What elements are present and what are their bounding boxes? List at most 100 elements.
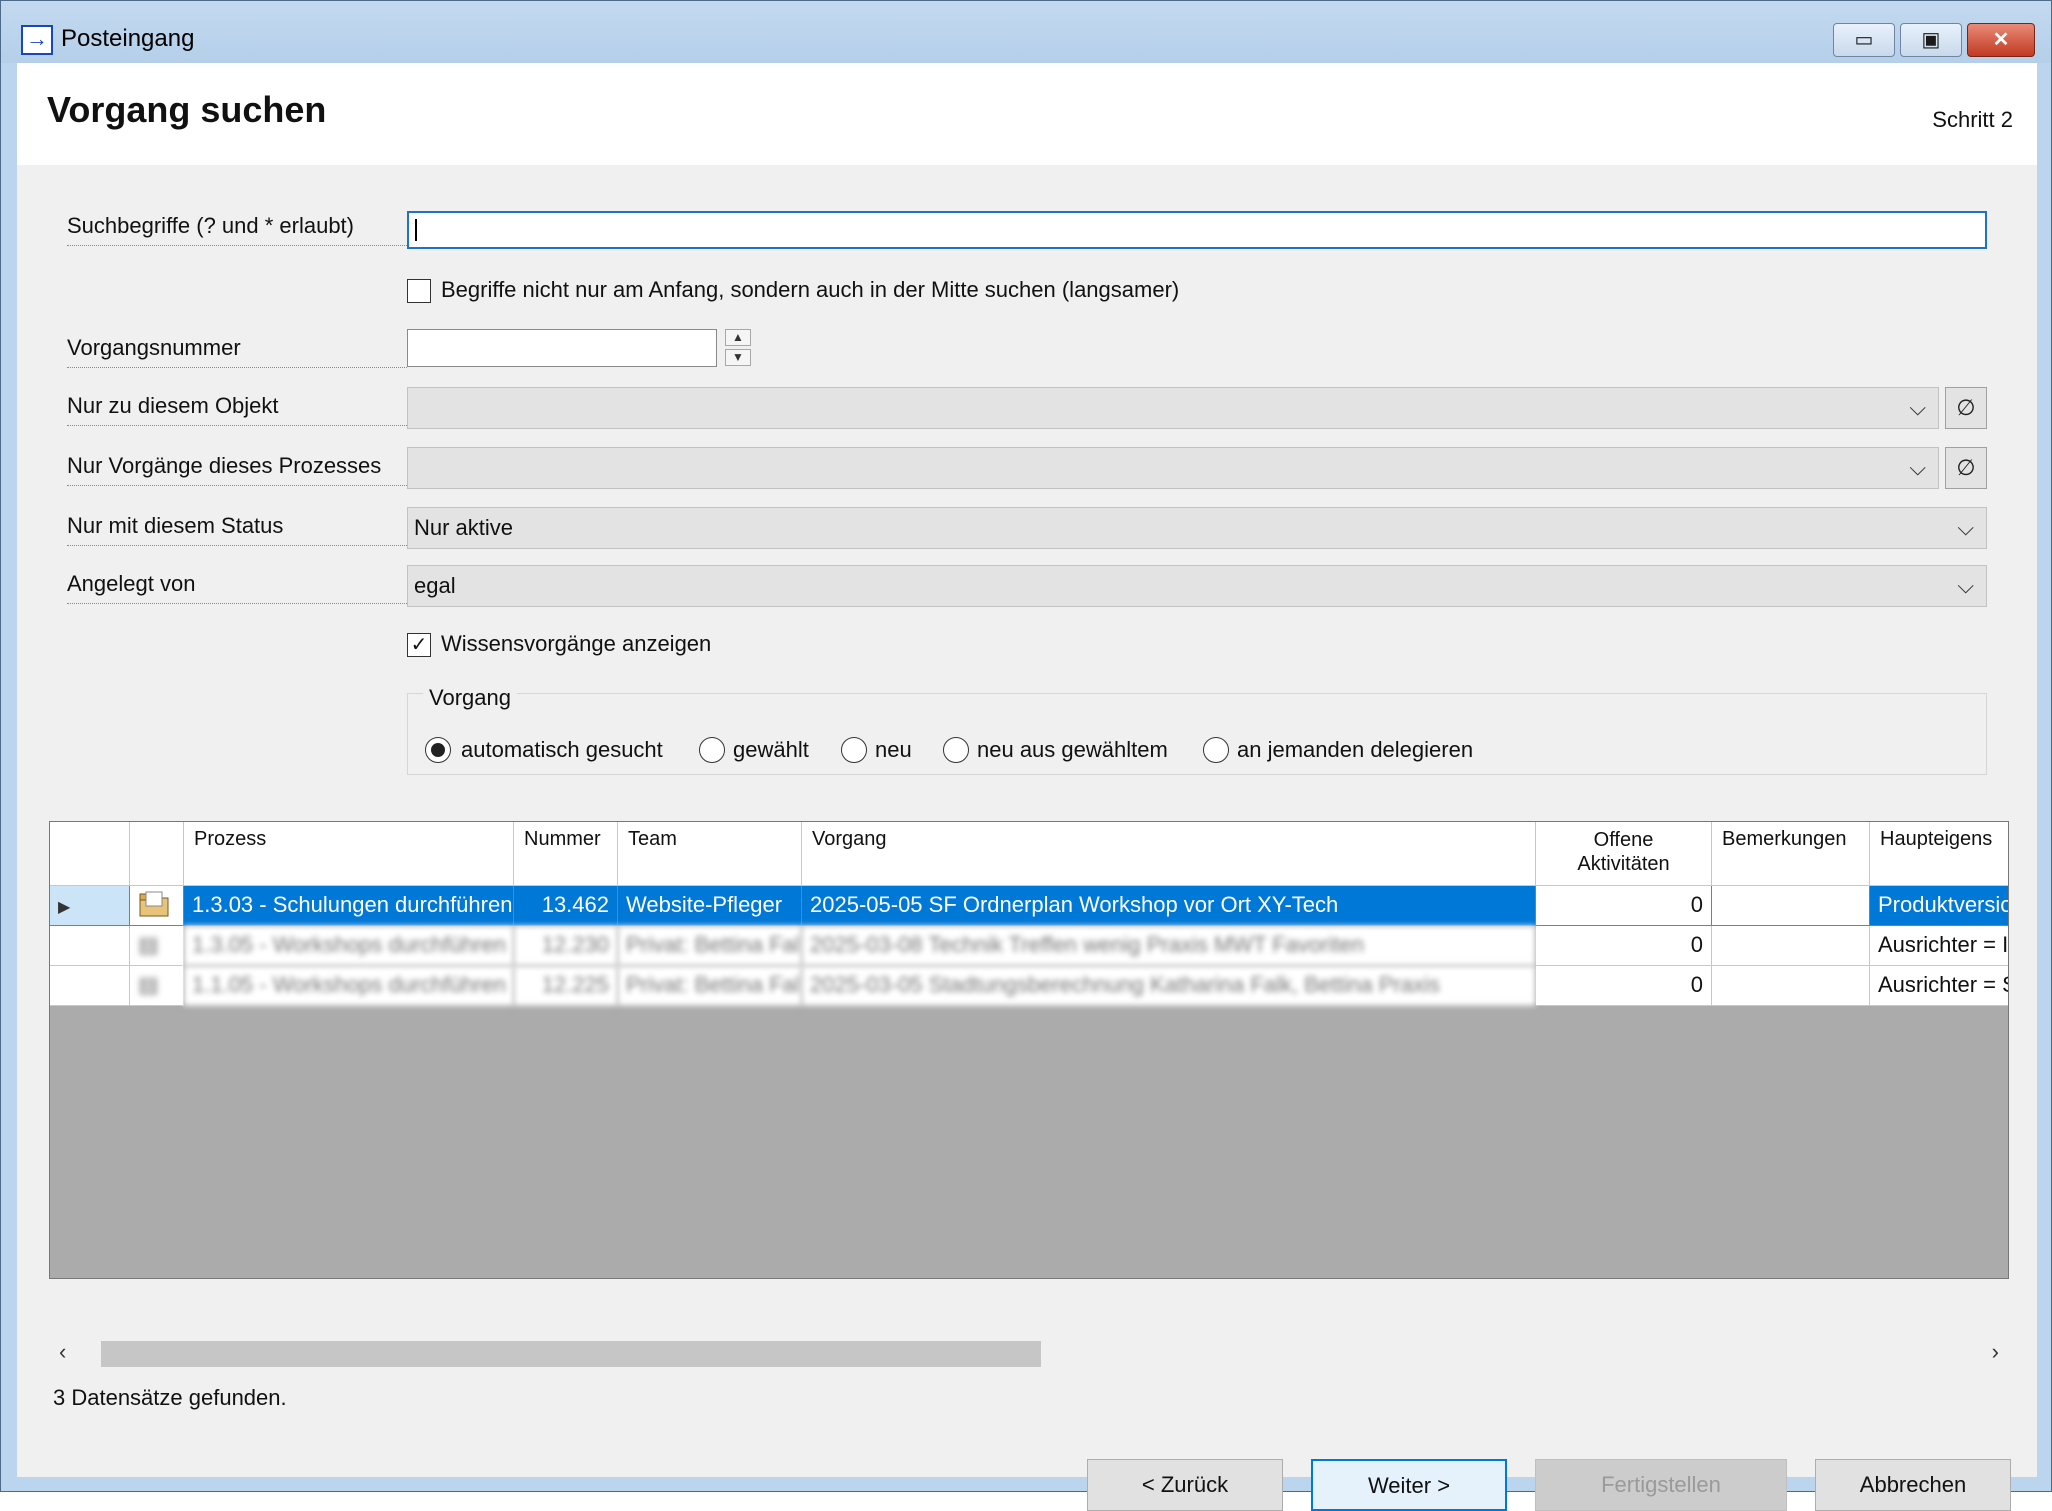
middle-search-checkbox[interactable]	[407, 279, 431, 303]
number-label: Vorgangsnummer	[67, 335, 407, 368]
cell-nummer: 12.230	[514, 926, 618, 966]
posteingang-window: → Posteingang ▭ ▣ ✕ Vorgang suchen Schri…	[0, 0, 2052, 1511]
radio-new-label[interactable]: neu	[875, 737, 912, 763]
cell-bemerkungen	[1712, 926, 1870, 966]
number-input[interactable]	[408, 330, 716, 366]
chevron-down-icon[interactable]: ⌵	[1909, 448, 1926, 488]
cell-team: Privat: Bettina Falk	[618, 966, 802, 1006]
object-label: Nur zu diesem Objekt	[67, 393, 407, 426]
radio-chosen-label[interactable]: gewählt	[733, 737, 809, 763]
cell-nummer: 13.462	[514, 886, 618, 926]
process-icon: ▤	[130, 966, 184, 1006]
radio-chosen[interactable]	[699, 737, 725, 763]
process-icon: ▤	[130, 926, 184, 966]
record-count-status: 3 Datensätze gefunden.	[53, 1385, 287, 1410]
close-button[interactable]: ✕	[1967, 23, 2035, 57]
scroll-left-icon[interactable]: ‹	[59, 1339, 66, 1365]
knowledge-checkbox[interactable]: ✓	[407, 633, 431, 657]
next-button[interactable]: Weiter >	[1311, 1459, 1507, 1511]
knowledge-label[interactable]: Wissensvorgänge anzeigen	[441, 631, 711, 657]
process-label: Nur Vorgänge dieses Prozesses	[67, 453, 407, 486]
cell-bemerkungen	[1712, 966, 1870, 1006]
cell-offene: 0	[1536, 966, 1712, 1006]
middle-search-label[interactable]: Begriffe nicht nur am Anfang, sondern au…	[441, 277, 1179, 303]
process-combobox[interactable]: ⌵	[407, 447, 1939, 489]
row-selector[interactable]	[50, 926, 130, 966]
radio-delegate-label[interactable]: an jemanden delegieren	[1237, 737, 1473, 763]
step-indicator: Schritt 2	[1932, 107, 2013, 132]
created-by-label: Angelegt von	[67, 571, 407, 604]
text-caret	[415, 219, 417, 241]
header-team[interactable]: Team	[618, 822, 802, 886]
radio-delegate[interactable]	[1203, 737, 1229, 763]
header-vorgang[interactable]: Vorgang	[802, 822, 1536, 886]
scrollbar-thumb[interactable]	[101, 1341, 1041, 1367]
row-selector[interactable]: ▶	[50, 886, 130, 926]
finish-button: Fertigstellen	[1535, 1459, 1787, 1511]
wizard-header: Vorgang suchen Schritt 2	[17, 63, 2037, 165]
radio-new[interactable]	[841, 737, 867, 763]
cell-prozess: 1.3.03 - Schulungen durchführen	[184, 886, 514, 926]
cell-haupteigenschaften: Ausrichter = I	[1870, 926, 2008, 966]
header-row-selector	[50, 822, 130, 886]
grid-header: Prozess Nummer Team Vorgang Offene Aktiv…	[50, 822, 2008, 886]
horizontal-scrollbar[interactable]: ‹ ›	[49, 1337, 2009, 1371]
search-label: Suchbegriffe (? und * erlaubt)	[67, 213, 407, 246]
header-icon-column	[130, 822, 184, 886]
minimize-button[interactable]: ▭	[1833, 23, 1895, 57]
created-by-value: egal	[414, 573, 456, 598]
cell-haupteigenschaften: Produktversio	[1870, 886, 2008, 926]
cell-prozess: 1.1.05 - Workshops durchführen	[184, 966, 514, 1006]
cell-vorgang: 2025-03-05 Stadtungsberechnung Katharina…	[802, 966, 1536, 1006]
maximize-button[interactable]: ▣	[1900, 23, 1962, 57]
header-haupteigenschaften[interactable]: Haupteigens	[1870, 822, 2008, 886]
status-label: Nur mit diesem Status	[67, 513, 407, 546]
cell-team: Privat: Bettina Falk	[618, 926, 802, 966]
spin-down-button[interactable]: ▼	[725, 349, 751, 366]
cell-vorgang: 2025-05-05 SF Ordnerplan Workshop vor Or…	[802, 886, 1536, 926]
table-row[interactable]: ▤ 1.1.05 - Workshops durchführen 12.225 …	[50, 966, 2008, 1006]
radio-new-from-chosen-label[interactable]: neu aus gewähltem	[977, 737, 1168, 763]
number-field[interactable]	[407, 329, 717, 367]
object-clear-button[interactable]: ∅	[1945, 387, 1987, 429]
chevron-down-icon[interactable]: ⌵	[1957, 566, 1974, 606]
folder-icon	[130, 886, 184, 926]
row-selector[interactable]	[50, 966, 130, 1006]
arrow-right-icon: →	[21, 25, 53, 55]
status-value: Nur aktive	[414, 515, 514, 540]
search-input-box[interactable]	[407, 211, 1987, 249]
cell-team: Website-Pfleger	[618, 886, 802, 926]
object-combobox[interactable]: ⌵	[407, 387, 1939, 429]
table-row[interactable]: ▶ 1.3.03 - Schulungen durchführen 13.462…	[50, 886, 2008, 926]
spin-up-button[interactable]: ▲	[725, 329, 751, 346]
cancel-button[interactable]: Abbrechen	[1815, 1459, 2011, 1511]
header-nummer[interactable]: Nummer	[514, 822, 618, 886]
header-prozess[interactable]: Prozess	[184, 822, 514, 886]
cell-bemerkungen	[1712, 886, 1870, 926]
cell-prozess: 1.3.05 - Workshops durchführen	[184, 926, 514, 966]
table-row[interactable]: ▤ 1.3.05 - Workshops durchführen 12.230 …	[50, 926, 2008, 966]
radio-automatic-label[interactable]: automatisch gesucht	[461, 737, 663, 763]
page-title: Vorgang suchen	[47, 89, 327, 130]
row-pointer-icon: ▶	[58, 899, 71, 916]
header-bemerkungen[interactable]: Bemerkungen	[1712, 822, 1870, 886]
chevron-down-icon[interactable]: ⌵	[1909, 388, 1926, 428]
results-grid[interactable]: Prozess Nummer Team Vorgang Offene Aktiv…	[49, 821, 2009, 1279]
chevron-down-icon[interactable]: ⌵	[1957, 508, 1974, 548]
window-title: Posteingang	[61, 25, 195, 52]
back-button[interactable]: < Zurück	[1087, 1459, 1283, 1511]
process-clear-button[interactable]: ∅	[1945, 447, 1987, 489]
header-offene-aktivitaeten[interactable]: Offene Aktivitäten	[1536, 822, 1712, 886]
title-bar[interactable]: → Posteingang ▭ ▣ ✕	[1, 1, 2051, 63]
radio-automatic[interactable]	[425, 737, 451, 763]
cell-nummer: 12.225	[514, 966, 618, 1006]
dialog-client: Vorgang suchen Schritt 2 Suchbegriffe (?…	[17, 63, 2037, 1511]
radio-new-from-chosen[interactable]	[943, 737, 969, 763]
vorgang-group-title: Vorgang	[423, 685, 517, 711]
status-combobox[interactable]: Nur aktive ⌵	[407, 507, 1987, 549]
cell-offene: 0	[1536, 926, 1712, 966]
cell-vorgang: 2025-03-08 Technik Treffen wenig Praxis …	[802, 926, 1536, 966]
search-input[interactable]	[409, 213, 1985, 247]
scroll-right-icon[interactable]: ›	[1992, 1339, 1999, 1365]
created-by-combobox[interactable]: egal ⌵	[407, 565, 1987, 607]
